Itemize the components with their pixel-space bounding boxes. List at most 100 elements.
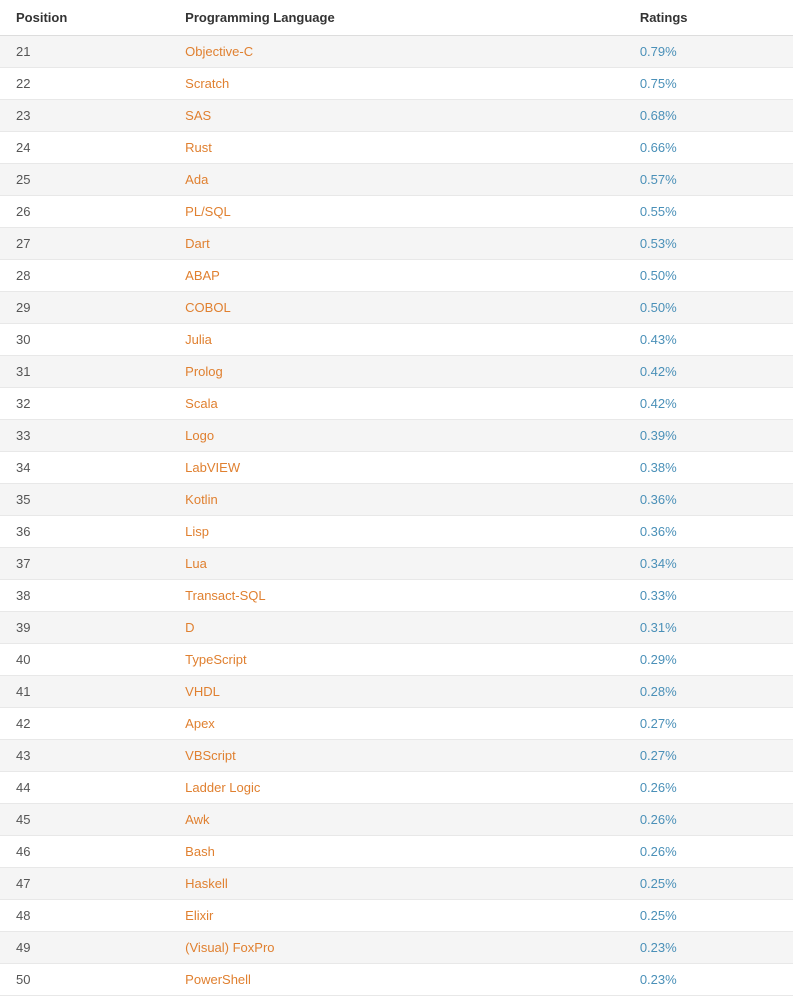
header-position: Position xyxy=(0,0,169,36)
language-name: COBOL xyxy=(185,300,231,315)
language-name: Apex xyxy=(185,716,215,731)
cell-rating: 0.50% xyxy=(624,260,793,292)
language-name: Logo xyxy=(185,428,214,443)
cell-position: 37 xyxy=(0,548,169,580)
language-name: Ladder Logic xyxy=(185,780,260,795)
rating-value: 0.43% xyxy=(640,332,677,347)
cell-language: Ada xyxy=(169,164,624,196)
language-name: Elixir xyxy=(185,908,213,923)
cell-language: Scratch xyxy=(169,68,624,100)
rating-value: 0.42% xyxy=(640,396,677,411)
cell-rating: 0.53% xyxy=(624,228,793,260)
table-row: 50PowerShell 0.23% xyxy=(0,964,793,996)
cell-position: 23 xyxy=(0,100,169,132)
cell-rating: 0.23% xyxy=(624,964,793,996)
rating-value: 0.36% xyxy=(640,492,677,507)
cell-position: 42 xyxy=(0,708,169,740)
cell-rating: 0.26% xyxy=(624,804,793,836)
rating-value: 0.39% xyxy=(640,428,677,443)
table-row: 45Awk 0.26% xyxy=(0,804,793,836)
table-row: 22Scratch0.75% xyxy=(0,68,793,100)
cell-position: 50 xyxy=(0,964,169,996)
cell-language: Scala xyxy=(169,388,624,420)
table-row: 48Elixir0.25% xyxy=(0,900,793,932)
cell-language: TypeScript xyxy=(169,644,624,676)
cell-position: 39 xyxy=(0,612,169,644)
rating-value: 0.23% xyxy=(640,972,677,987)
language-name: Bash xyxy=(185,844,215,859)
cell-language: Lua xyxy=(169,548,624,580)
cell-language: VHDL xyxy=(169,676,624,708)
cell-rating: 0.26% xyxy=(624,772,793,804)
cell-position: 36 xyxy=(0,516,169,548)
rating-value: 0.50% xyxy=(640,300,677,315)
language-name: VBScript xyxy=(185,748,236,763)
rating-value: 0.42% xyxy=(640,364,677,379)
cell-language: Transact-SQL xyxy=(169,580,624,612)
rating-value: 0.50% xyxy=(640,268,677,283)
rating-value: 0.23% xyxy=(640,940,677,955)
cell-position: 38 xyxy=(0,580,169,612)
language-name: TypeScript xyxy=(185,652,246,667)
cell-language: Elixir xyxy=(169,900,624,932)
cell-language: VBScript xyxy=(169,740,624,772)
table-row: 27Dart0.53% xyxy=(0,228,793,260)
language-name: ABAP xyxy=(185,268,220,283)
cell-language: (Visual) FoxPro xyxy=(169,932,624,964)
cell-language: LabVIEW xyxy=(169,452,624,484)
cell-language: Dart xyxy=(169,228,624,260)
table-row: 49(Visual) FoxPro0.23% xyxy=(0,932,793,964)
rating-value: 0.25% xyxy=(640,876,677,891)
cell-rating: 0.25% xyxy=(624,868,793,900)
cell-rating: 0.29% xyxy=(624,644,793,676)
table-row: 29 COBOL 0.50% xyxy=(0,292,793,324)
rating-value: 0.29% xyxy=(640,652,677,667)
rankings-table: Position Programming Language Ratings 21… xyxy=(0,0,793,996)
rating-value: 0.27% xyxy=(640,748,677,763)
table-row: 26PL/SQL0.55% xyxy=(0,196,793,228)
table-row: 24Rust0.66% xyxy=(0,132,793,164)
cell-language: Kotlin xyxy=(169,484,624,516)
cell-position: 47 xyxy=(0,868,169,900)
cell-position: 40 xyxy=(0,644,169,676)
header-ratings: Ratings xyxy=(624,0,793,36)
rating-value: 0.34% xyxy=(640,556,677,571)
rating-value: 0.36% xyxy=(640,524,677,539)
cell-language: Apex xyxy=(169,708,624,740)
cell-position: 29 xyxy=(0,292,169,324)
language-name: Scala xyxy=(185,396,218,411)
language-name: Lisp xyxy=(185,524,209,539)
cell-position: 34 xyxy=(0,452,169,484)
table-row: 21Objective-C0.79% xyxy=(0,36,793,68)
rating-value: 0.57% xyxy=(640,172,677,187)
table-row: 33Logo0.39% xyxy=(0,420,793,452)
cell-language: PowerShell xyxy=(169,964,624,996)
cell-language: Awk xyxy=(169,804,624,836)
cell-position: 45 xyxy=(0,804,169,836)
cell-language: Bash xyxy=(169,836,624,868)
table-row: 47 Haskell 0.25% xyxy=(0,868,793,900)
cell-rating: 0.42% xyxy=(624,356,793,388)
language-name: Transact-SQL xyxy=(185,588,265,603)
language-name: Ada xyxy=(185,172,208,187)
language-name: Haskell xyxy=(185,876,228,891)
cell-rating: 0.25% xyxy=(624,900,793,932)
rating-value: 0.53% xyxy=(640,236,677,251)
language-name: Objective-C xyxy=(185,44,253,59)
cell-rating: 0.36% xyxy=(624,516,793,548)
table-container: Position Programming Language Ratings 21… xyxy=(0,0,793,996)
table-row: 40 TypeScript 0.29% xyxy=(0,644,793,676)
cell-position: 43 xyxy=(0,740,169,772)
table-row: 31Prolog0.42% xyxy=(0,356,793,388)
table-row: 38Transact-SQL0.33% xyxy=(0,580,793,612)
language-name: Lua xyxy=(185,556,207,571)
cell-rating: 0.68% xyxy=(624,100,793,132)
cell-rating: 0.55% xyxy=(624,196,793,228)
language-name: (Visual) FoxPro xyxy=(185,940,274,955)
cell-position: 46 xyxy=(0,836,169,868)
table-row: 46Bash0.26% xyxy=(0,836,793,868)
rating-value: 0.26% xyxy=(640,812,677,827)
table-row: 44Ladder Logic0.26% xyxy=(0,772,793,804)
table-row: 34LabVIEW0.38% xyxy=(0,452,793,484)
language-name: Dart xyxy=(185,236,210,251)
